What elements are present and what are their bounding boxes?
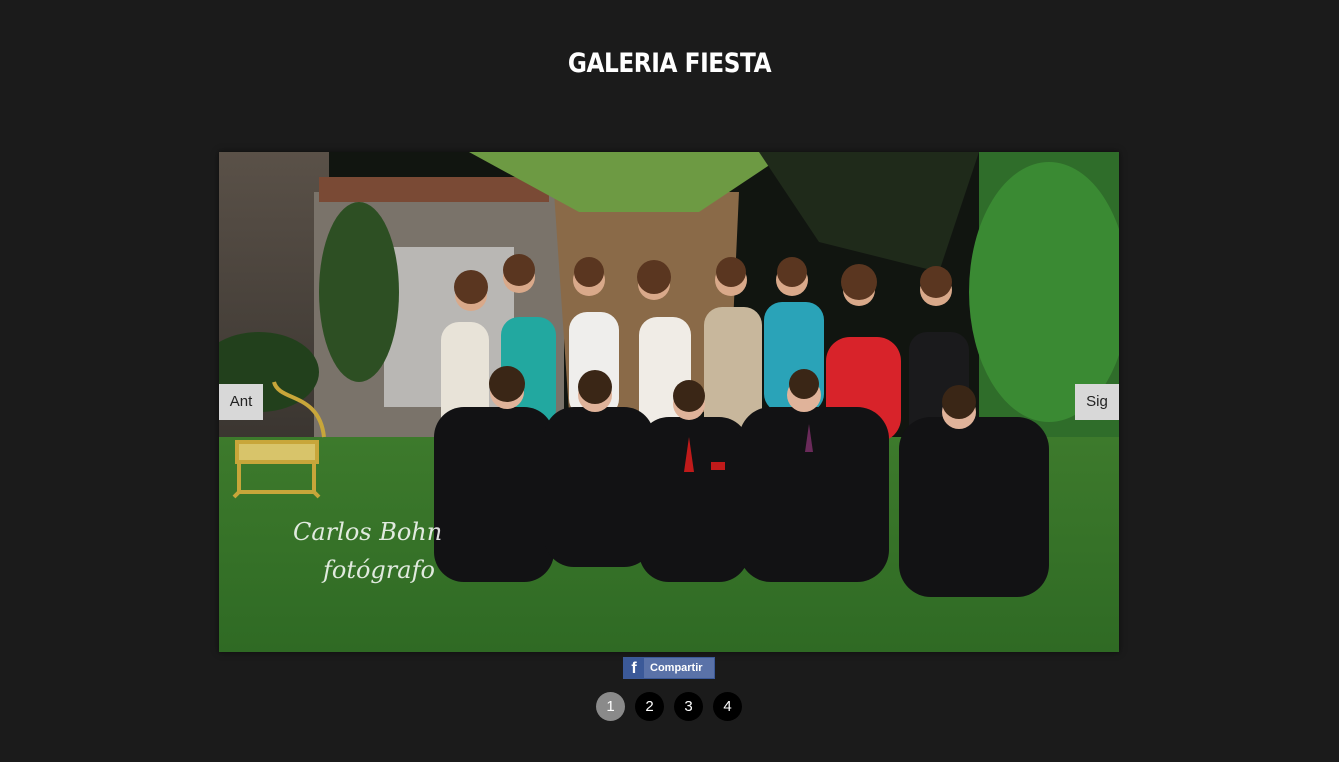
page-dot-3[interactable]: 3: [674, 692, 703, 721]
facebook-share-button[interactable]: f Compartir: [623, 657, 715, 679]
next-button[interactable]: Sig: [1075, 384, 1119, 420]
facebook-icon: f: [624, 658, 644, 678]
prev-button[interactable]: Ant: [219, 384, 263, 420]
share-label: Compartir: [650, 662, 703, 674]
page-dot-2[interactable]: 2: [635, 692, 664, 721]
page-dot-1[interactable]: 1: [596, 692, 625, 721]
page-title: GALERIA FIESTA: [567, 48, 772, 79]
gallery-page: GALERIA FIESTA Carlos Bohn fotógrafo Ant…: [0, 0, 1339, 762]
gallery-pager: 1 2 3 4: [596, 692, 742, 721]
photo-slider: Carlos Bohn fotógrafo Ant Sig: [219, 152, 1119, 652]
watermark-line1: Carlos Bohn: [293, 518, 443, 546]
page-dot-4[interactable]: 4: [713, 692, 742, 721]
watermark-line2: fotógrafo: [323, 556, 435, 584]
